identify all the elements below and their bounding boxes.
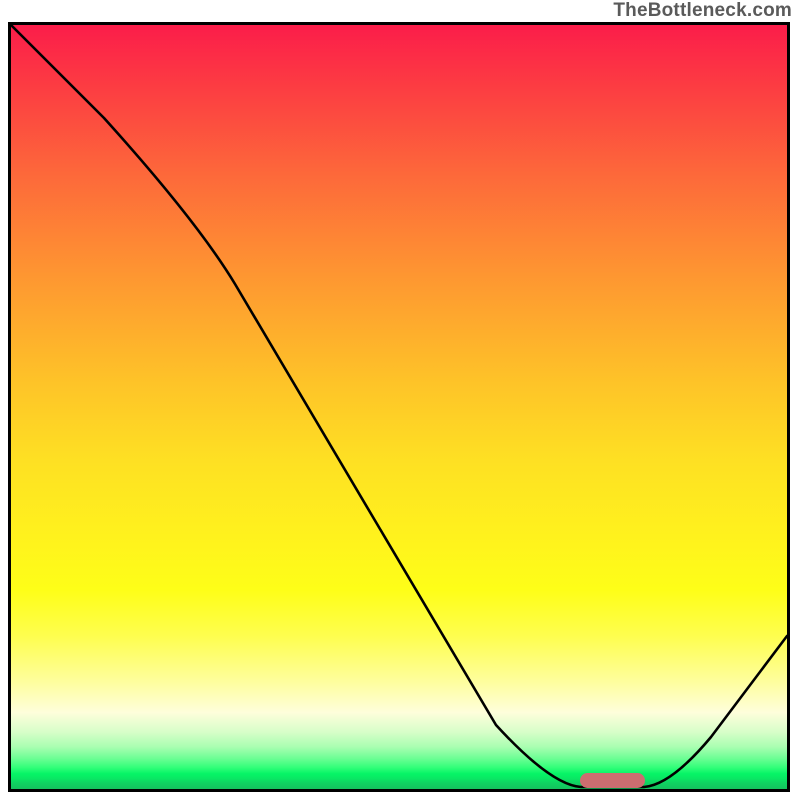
chart-frame [8, 22, 790, 792]
bottleneck-curve [11, 25, 787, 789]
watermark-text: TheBottleneck.com [613, 0, 792, 22]
optimal-range-marker [580, 773, 645, 788]
